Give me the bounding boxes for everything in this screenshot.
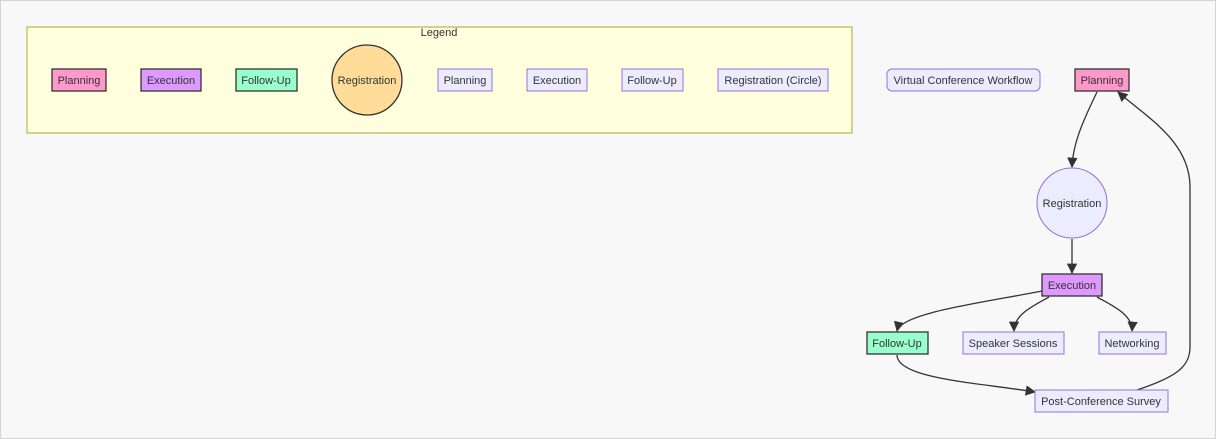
workflow-title-label: Virtual Conference Workflow — [894, 75, 1033, 87]
flowchart-svg: Legend Planning Execution Follow-Up Regi… — [26, 26, 1191, 413]
legend-item-execution-default-label: Execution — [533, 75, 581, 87]
edge-execution-to-networking — [1096, 296, 1138, 333]
legend-item-planning-default-label: Planning — [444, 75, 487, 87]
edge-execution-to-speaker-sessions — [1008, 296, 1050, 333]
node-speaker-sessions-label: Speaker Sessions — [969, 338, 1058, 350]
edge-follow-up-to-post-survey — [896, 354, 1037, 396]
node-planning[interactable]: Planning — [1074, 68, 1130, 92]
legend-item-registration-circle-label: Registration (Circle) — [724, 75, 821, 87]
node-networking-label: Networking — [1104, 338, 1159, 350]
node-planning-label: Planning — [1081, 75, 1124, 87]
legend-item-execution-default[interactable]: Execution — [526, 68, 588, 92]
diagram-canvas: Legend Planning Execution Follow-Up Regi… — [0, 0, 1216, 439]
legend-item-registration-circle[interactable]: Registration (Circle) — [717, 68, 829, 92]
node-follow-up-label: Follow-Up — [872, 338, 922, 350]
legend-item-planning-label: Planning — [58, 75, 101, 87]
legend-item-planning-default[interactable]: Planning — [437, 68, 493, 92]
legend-item-registration[interactable]: Registration — [331, 44, 403, 116]
node-execution-label: Execution — [1048, 280, 1096, 292]
legend-item-follow-up-default-label: Follow-Up — [627, 75, 677, 87]
workflow-title-node[interactable]: Virtual Conference Workflow — [886, 68, 1041, 92]
node-networking[interactable]: Networking — [1098, 331, 1167, 355]
legend-group: Legend Planning Execution Follow-Up Regi… — [26, 26, 853, 134]
node-registration[interactable]: Registration — [1036, 167, 1108, 239]
legend-item-registration-label: Registration — [338, 75, 397, 87]
node-registration-label: Registration — [1043, 198, 1102, 210]
node-post-survey[interactable]: Post-Conference Survey — [1034, 389, 1169, 413]
legend-item-execution-label: Execution — [147, 75, 195, 87]
edge-execution-to-follow-up — [893, 290, 1043, 333]
legend-item-execution[interactable]: Execution — [140, 68, 202, 92]
node-follow-up[interactable]: Follow-Up — [866, 331, 929, 355]
legend-item-follow-up-default[interactable]: Follow-Up — [621, 68, 684, 92]
edge-planning-to-registration — [1067, 91, 1098, 169]
node-post-survey-label: Post-Conference Survey — [1041, 396, 1161, 408]
legend-item-planning[interactable]: Planning — [51, 68, 107, 92]
legend-title: Legend — [421, 27, 458, 39]
legend-item-follow-up-label: Follow-Up — [241, 75, 291, 87]
legend-item-follow-up[interactable]: Follow-Up — [235, 68, 298, 92]
node-execution[interactable]: Execution — [1041, 273, 1103, 297]
node-speaker-sessions[interactable]: Speaker Sessions — [962, 331, 1065, 355]
